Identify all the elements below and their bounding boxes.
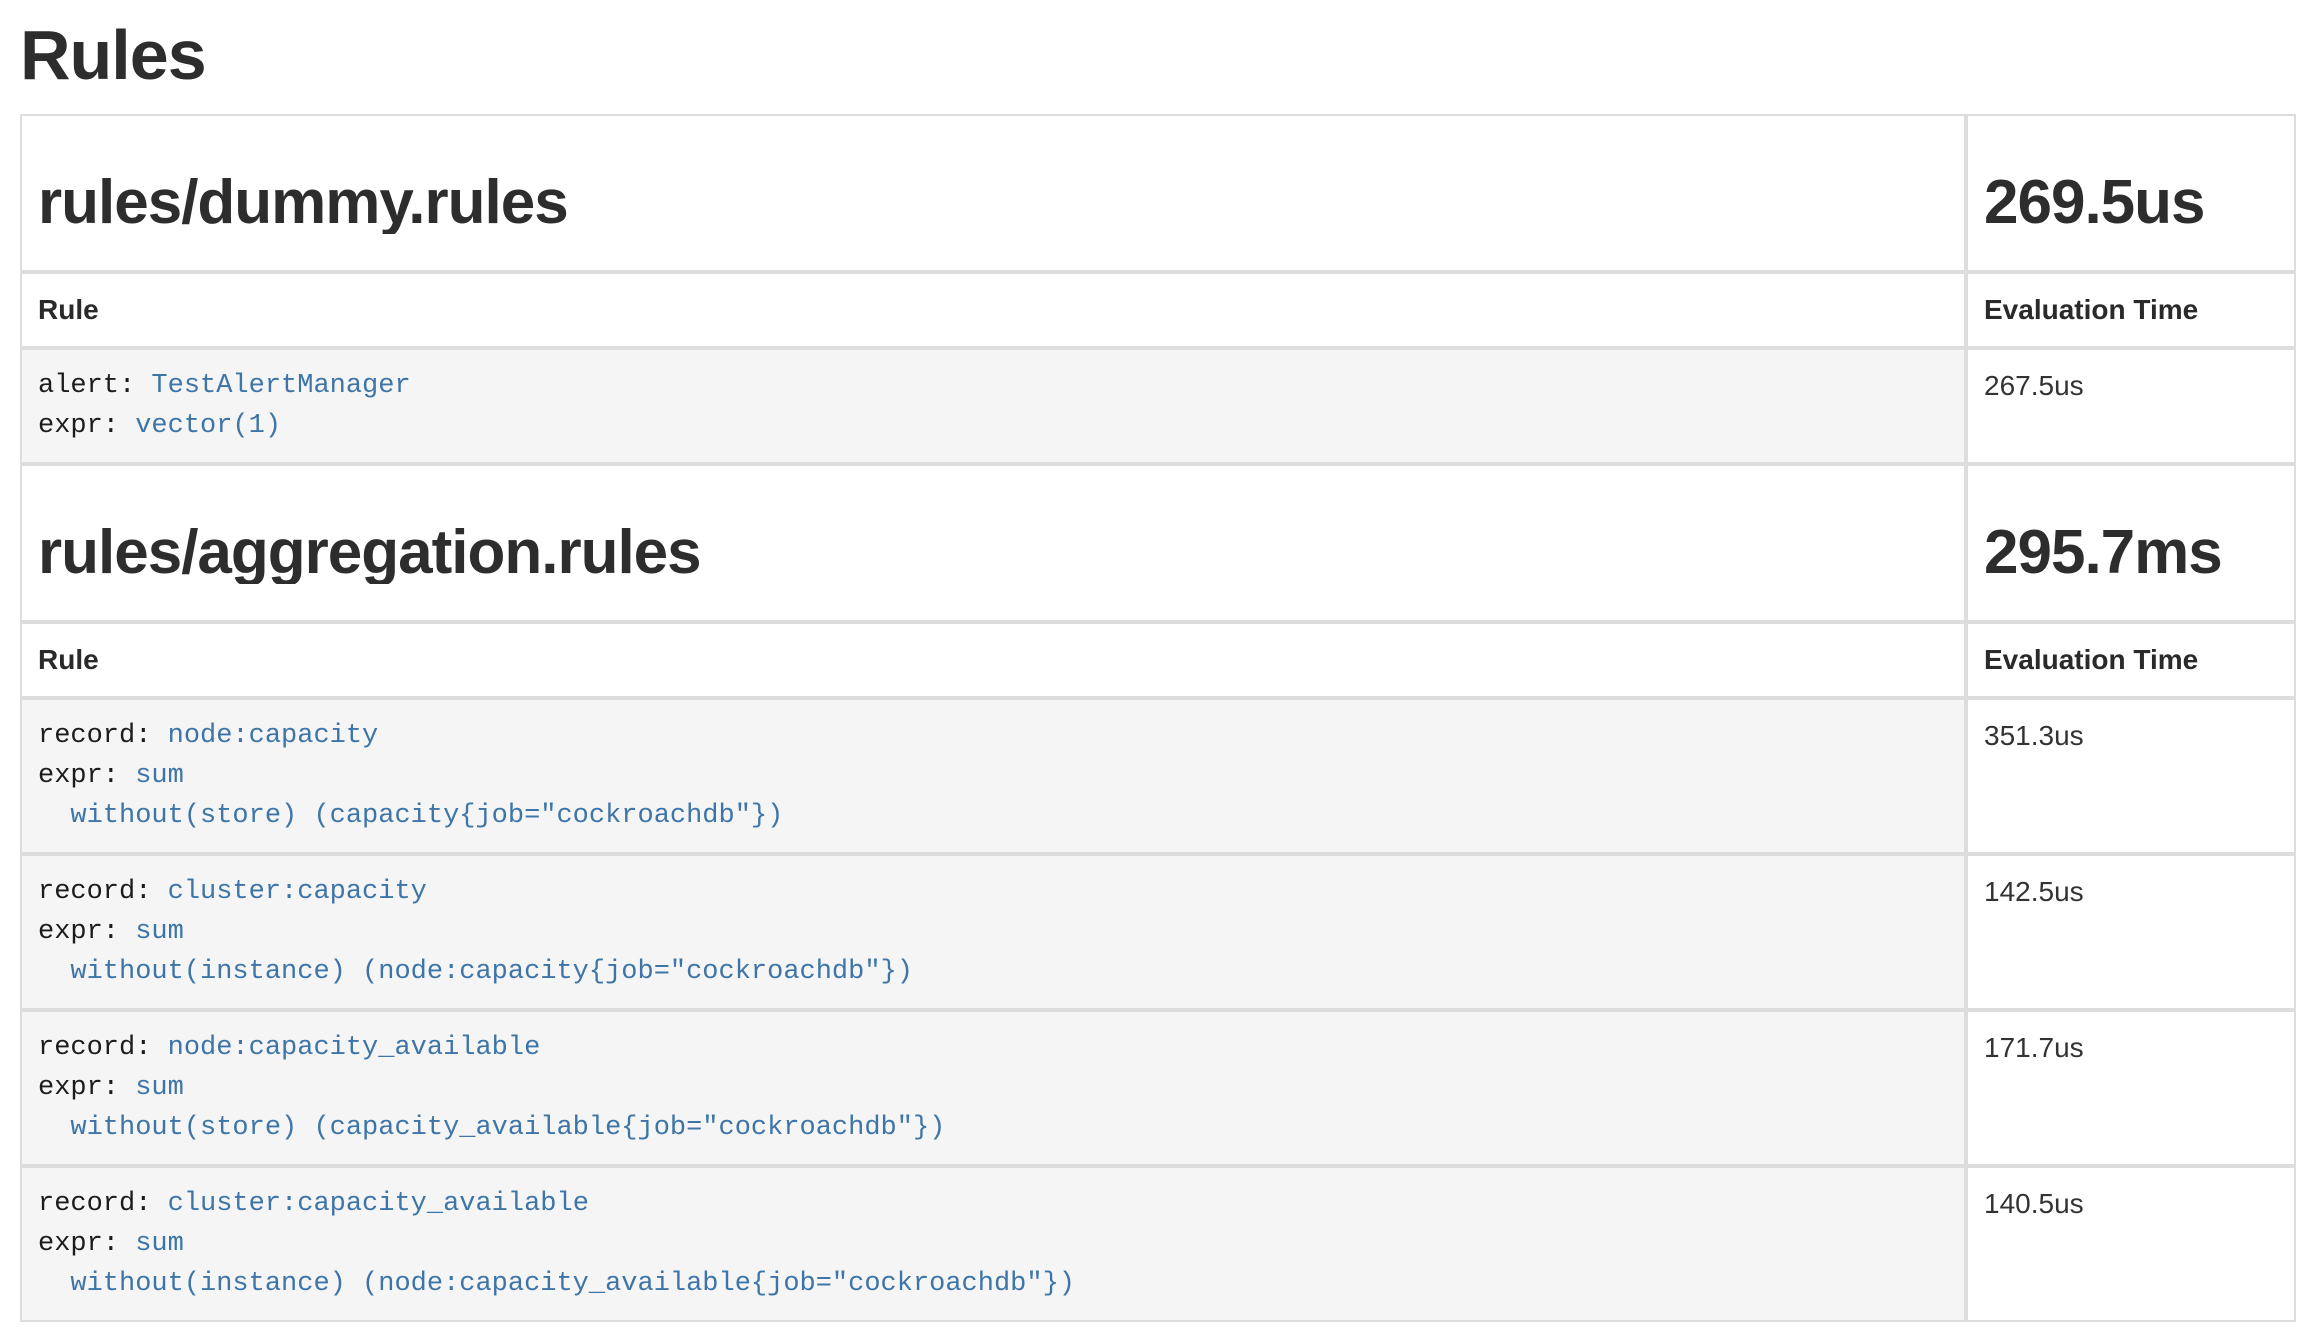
rule-eval-time: 267.5us <box>1966 348 2296 464</box>
code-line: expr: vector(1) <box>38 406 1948 446</box>
rules-page: Rules rules/dummy.rules269.5usRuleEvalua… <box>0 20 2316 1322</box>
expr-keyword: expr: <box>38 917 135 947</box>
rule-row: alert: TestAlertManagerexpr: vector(1)26… <box>20 348 2296 464</box>
rule-definition-cell: alert: TestAlertManagerexpr: vector(1) <box>20 348 1966 464</box>
rule-expr-link[interactable]: without(store) (capacity_available{job="… <box>38 1113 945 1143</box>
rule-expr-link[interactable]: without(instance) (node:capacity_availab… <box>38 1269 1075 1299</box>
expr-keyword: expr: <box>38 761 135 791</box>
code-line: without(instance) (node:capacity{job="co… <box>38 952 1948 992</box>
rule-definition-cell: record: node:capacity_availableexpr: sum… <box>20 1010 1966 1166</box>
rule-expr-link[interactable]: sum <box>135 1073 184 1103</box>
code-line: without(store) (capacity_available{job="… <box>38 1108 1948 1148</box>
expr-keyword: expr: <box>38 1229 135 1259</box>
rule-group-file: rules/dummy.rules <box>38 172 1948 234</box>
alert-name-link[interactable]: TestAlertManager <box>151 371 410 401</box>
rule-group-eval-time-cell: 269.5us <box>1966 114 2296 272</box>
column-header-row: RuleEvaluation Time <box>20 272 2296 348</box>
record-name-link[interactable]: cluster:capacity_available <box>168 1189 589 1219</box>
alert-keyword: alert: <box>38 371 151 401</box>
code-line: record: node:capacity_available <box>38 1028 1948 1068</box>
record-name-link[interactable]: node:capacity_available <box>168 1033 541 1063</box>
code-line: alert: TestAlertManager <box>38 366 1948 406</box>
rule-definition-cell: record: cluster:capacityexpr: sum withou… <box>20 854 1966 1010</box>
rule-column-header: Rule <box>20 622 1966 698</box>
rule-expr-link[interactable]: sum <box>135 1229 184 1259</box>
page-title: Rules <box>20 20 2296 90</box>
rule-definition-cell: record: node:capacityexpr: sum without(s… <box>20 698 1966 854</box>
rule-row: record: cluster:capacityexpr: sum withou… <box>20 854 2296 1010</box>
record-name-link[interactable]: node:capacity <box>168 721 379 751</box>
rule-group-header-row: rules/dummy.rules 269.5us <box>20 114 2296 272</box>
record-keyword: record: <box>38 1033 168 1063</box>
code-line: without(instance) (node:capacity_availab… <box>38 1264 1948 1304</box>
rules-table-body: rules/dummy.rules269.5usRuleEvaluation T… <box>20 114 2296 1322</box>
rule-group-file-cell: rules/aggregation.rules <box>20 464 1966 622</box>
rule-code: record: node:capacity_availableexpr: sum… <box>38 1028 1948 1148</box>
rules-table: rules/dummy.rules269.5usRuleEvaluation T… <box>20 114 2296 1322</box>
rule-expr-link[interactable]: sum <box>135 917 184 947</box>
rule-group-eval-time-cell: 295.7ms <box>1966 464 2296 622</box>
rule-group-file: rules/aggregation.rules <box>38 522 1948 584</box>
rule-row: record: cluster:capacity_availableexpr: … <box>20 1166 2296 1322</box>
record-name-link[interactable]: cluster:capacity <box>168 877 427 907</box>
record-keyword: record: <box>38 1189 168 1219</box>
rule-code: record: node:capacityexpr: sum without(s… <box>38 716 1948 836</box>
code-line: record: cluster:capacity_available <box>38 1184 1948 1224</box>
code-line: expr: sum <box>38 1224 1948 1264</box>
rule-row: record: node:capacityexpr: sum without(s… <box>20 698 2296 854</box>
rule-row: record: node:capacity_availableexpr: sum… <box>20 1010 2296 1166</box>
rule-eval-time: 142.5us <box>1966 854 2296 1010</box>
rule-group-eval-time: 295.7ms <box>1984 522 2278 584</box>
rule-code: record: cluster:capacity_availableexpr: … <box>38 1184 1948 1304</box>
column-header-row: RuleEvaluation Time <box>20 622 2296 698</box>
rule-column-header: Rule <box>20 272 1966 348</box>
rule-code: record: cluster:capacityexpr: sum withou… <box>38 872 1948 992</box>
code-line: record: cluster:capacity <box>38 872 1948 912</box>
rule-expr-link[interactable]: sum <box>135 761 184 791</box>
rule-group-file-cell: rules/dummy.rules <box>20 114 1966 272</box>
eval-time-column-header: Evaluation Time <box>1966 272 2296 348</box>
expr-keyword: expr: <box>38 411 135 441</box>
rule-group-eval-time: 269.5us <box>1984 172 2278 234</box>
code-line: record: node:capacity <box>38 716 1948 756</box>
rule-eval-time: 140.5us <box>1966 1166 2296 1322</box>
code-line: expr: sum <box>38 756 1948 796</box>
eval-time-column-header: Evaluation Time <box>1966 622 2296 698</box>
rule-eval-time: 351.3us <box>1966 698 2296 854</box>
rule-definition-cell: record: cluster:capacity_availableexpr: … <box>20 1166 1966 1322</box>
rule-expr-link[interactable]: without(instance) (node:capacity{job="co… <box>38 957 913 987</box>
code-line: expr: sum <box>38 912 1948 952</box>
code-line: without(store) (capacity{job="cockroachd… <box>38 796 1948 836</box>
expr-keyword: expr: <box>38 1073 135 1103</box>
rule-code: alert: TestAlertManagerexpr: vector(1) <box>38 366 1948 446</box>
record-keyword: record: <box>38 877 168 907</box>
rule-expr-link[interactable]: without(store) (capacity{job="cockroachd… <box>38 801 783 831</box>
record-keyword: record: <box>38 721 168 751</box>
rule-group-header-row: rules/aggregation.rules 295.7ms <box>20 464 2296 622</box>
rule-expr-link[interactable]: vector(1) <box>135 411 281 441</box>
code-line: expr: sum <box>38 1068 1948 1108</box>
rule-eval-time: 171.7us <box>1966 1010 2296 1166</box>
